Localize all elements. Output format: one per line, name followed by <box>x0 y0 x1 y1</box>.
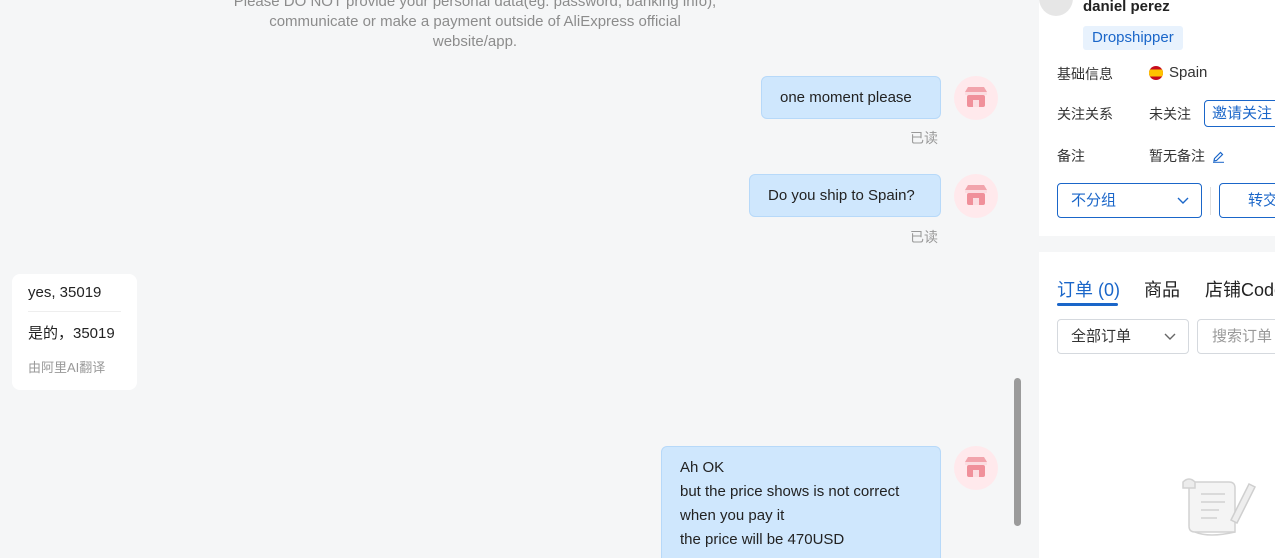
message-line: the price will be 470USD <box>680 531 845 548</box>
outgoing-message: Ah OK but the price shows is not correct… <box>661 446 941 558</box>
outgoing-message: Do you ship to Spain? <box>749 174 941 217</box>
note-label: 备注 <box>1057 148 1085 164</box>
message-original-text: yes, 35019 <box>28 284 102 301</box>
invite-follow-button[interactable]: 邀请关注 <box>1204 100 1275 127</box>
outgoing-message: one moment please <box>761 76 941 119</box>
separator <box>1210 187 1211 215</box>
message-text: one moment please <box>780 89 912 106</box>
basic-info-label: 基础信息 <box>1057 66 1113 82</box>
invite-follow-label: 邀请关注 <box>1212 105 1273 122</box>
transfer-button[interactable]: 转交 <box>1219 183 1275 218</box>
spain-flag-icon <box>1149 65 1163 80</box>
user-tag: Dropshipper <box>1083 26 1183 50</box>
message-line: Ah OK <box>680 459 725 476</box>
shop-avatar[interactable] <box>954 76 998 120</box>
read-status: 已读 <box>910 229 938 245</box>
chat-area: Please DO NOT provide your personal data… <box>0 0 1025 558</box>
message-line: but the price shows is not correct <box>680 483 900 500</box>
empty-orders-illustration <box>1182 478 1257 536</box>
chevron-down-icon <box>1164 333 1176 340</box>
customer-info-panel: daniel perez Dropshipper 基础信息 Spain 关注关系… <box>1039 0 1275 558</box>
order-search-placeholder: 搜索订单 <box>1212 328 1273 345</box>
country-value: Spain <box>1149 64 1207 81</box>
transfer-label: 转交 <box>1248 192 1275 209</box>
message-line: when you pay it <box>680 507 785 524</box>
tab-orders[interactable]: 订单 (0) <box>1057 276 1120 302</box>
translation-source: 由阿里AI翻译 <box>28 360 106 375</box>
safety-notice: Please DO NOT provide your personal data… <box>233 0 717 50</box>
user-avatar[interactable] <box>1039 0 1073 16</box>
follow-status: 未关注 <box>1149 106 1191 122</box>
order-search-input[interactable]: 搜索订单 <box>1197 319 1275 354</box>
shop-icon <box>965 87 987 107</box>
tab-products[interactable]: 商品 <box>1144 276 1180 302</box>
panel-gap <box>1039 236 1275 252</box>
chat-scrollbar[interactable] <box>1014 378 1021 526</box>
edit-icon[interactable] <box>1212 150 1225 163</box>
country-name: Spain <box>1169 64 1208 81</box>
order-filter-value: 全部订单 <box>1071 328 1132 345</box>
user-name: daniel perez <box>1083 0 1170 15</box>
active-tab-indicator <box>1057 303 1118 306</box>
follow-label: 关注关系 <box>1057 106 1113 122</box>
message-translated-text: 是的，35019 <box>28 325 115 342</box>
tab-store-code[interactable]: 店铺Code <box>1205 276 1275 302</box>
note-value: 暂无备注 <box>1149 146 1225 166</box>
order-filter-select[interactable]: 全部订单 <box>1057 319 1189 354</box>
shop-icon <box>965 457 987 477</box>
divider <box>28 311 121 312</box>
shop-avatar[interactable] <box>954 446 998 490</box>
shop-icon <box>965 185 987 205</box>
note-text: 暂无备注 <box>1149 148 1205 164</box>
read-status: 已读 <box>910 130 938 146</box>
shop-avatar[interactable] <box>954 174 998 218</box>
incoming-message: yes, 35019 是的，35019 由阿里AI翻译 <box>12 274 137 390</box>
message-text: Do you ship to Spain? <box>768 187 915 204</box>
group-select-value: 不分组 <box>1071 192 1117 209</box>
chevron-down-icon <box>1177 197 1189 204</box>
group-select[interactable]: 不分组 <box>1057 183 1202 218</box>
